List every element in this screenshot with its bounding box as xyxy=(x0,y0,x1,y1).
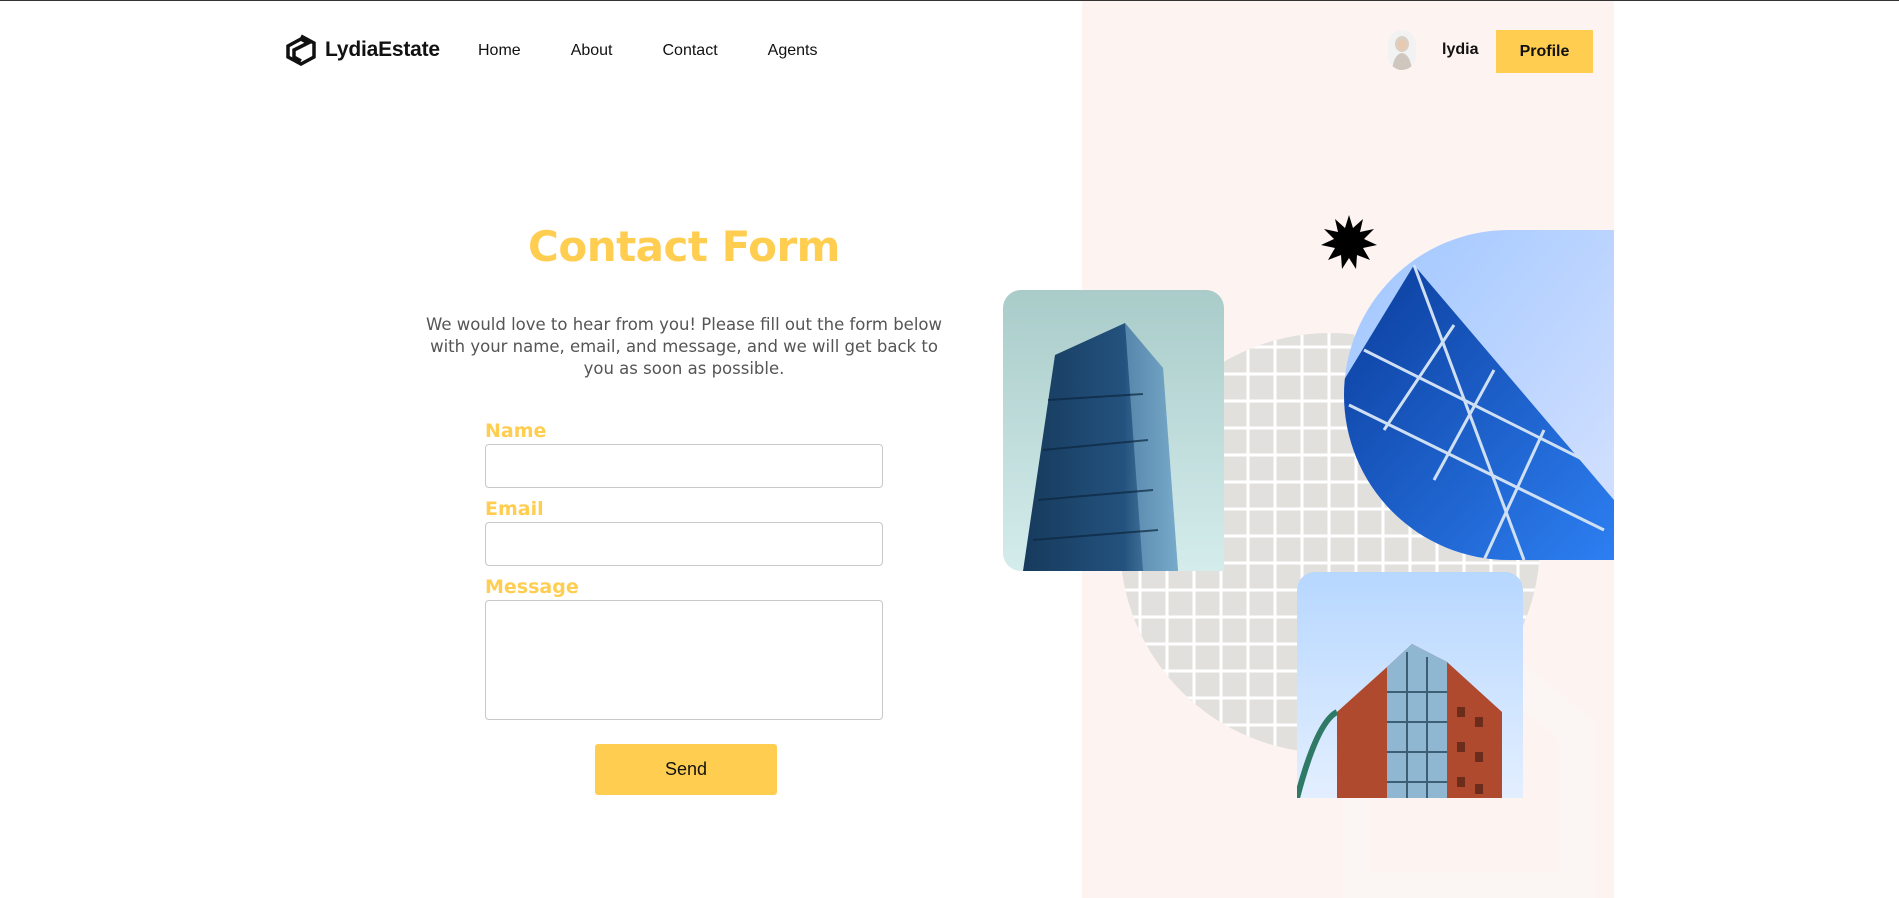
send-button[interactable]: Send xyxy=(595,744,777,795)
nav-home[interactable]: Home xyxy=(478,42,521,60)
starburst-icon xyxy=(1321,215,1377,269)
top-border xyxy=(0,0,1899,1)
name-input[interactable] xyxy=(485,444,883,488)
skyscraper-image xyxy=(1003,290,1224,571)
user-menu[interactable]: lydia xyxy=(1388,30,1478,70)
logo-icon xyxy=(286,34,316,66)
page-title: Contact Form xyxy=(528,222,840,271)
nav-about[interactable]: About xyxy=(571,42,613,60)
message-label: Message xyxy=(485,576,579,598)
avatar[interactable] xyxy=(1388,30,1416,70)
username: lydia xyxy=(1442,41,1479,58)
nav-contact[interactable]: Contact xyxy=(663,42,718,60)
nav-agents[interactable]: Agents xyxy=(768,42,818,60)
intro-text: We would love to hear from you! Please f… xyxy=(425,315,942,378)
brick-building-image xyxy=(1297,572,1523,798)
profile-button[interactable]: Profile xyxy=(1496,30,1593,73)
email-input[interactable] xyxy=(485,522,883,566)
email-label: Email xyxy=(485,498,544,520)
message-textarea[interactable] xyxy=(485,600,883,720)
brand-name: LydiaEstate xyxy=(325,38,440,61)
main-nav: Home About Contact Agents xyxy=(478,42,867,60)
name-label: Name xyxy=(485,420,547,442)
brand-logo[interactable]: LydiaEstate xyxy=(286,34,440,66)
